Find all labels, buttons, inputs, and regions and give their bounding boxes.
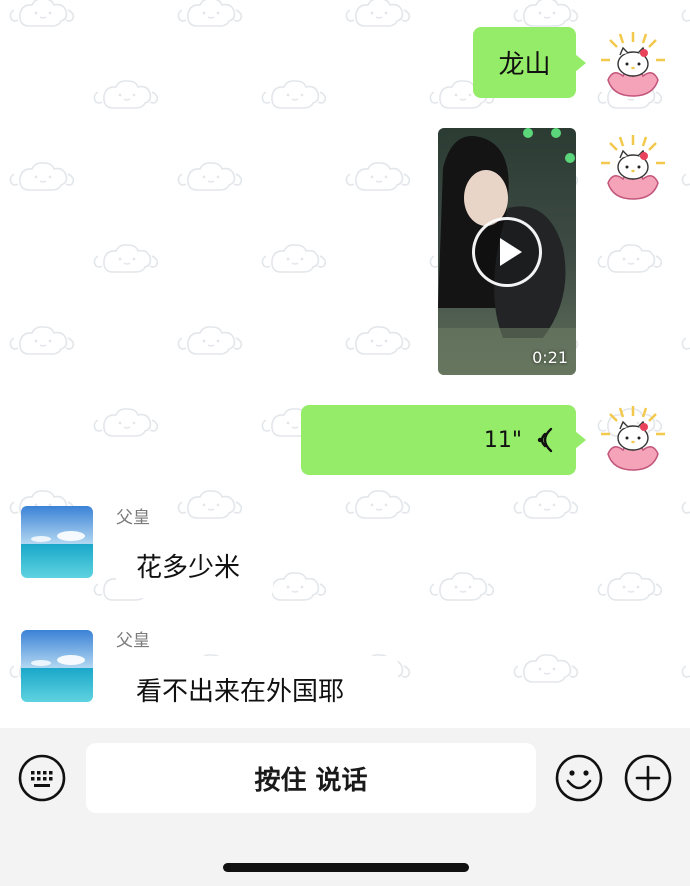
emoji-icon — [555, 754, 603, 802]
voice-message-bubble[interactable]: 11" — [301, 405, 576, 475]
more-actions-button[interactable] — [624, 754, 672, 806]
message-text: 花多少米 — [136, 552, 241, 583]
wallpaper-tile — [681, 162, 690, 191]
wallpaper-tile — [93, 80, 159, 109]
wallpaper-tile — [597, 572, 663, 601]
incoming-text-bubble[interactable]: 花多少米 — [116, 532, 273, 598]
hello-kitty-avatar-icon — [601, 406, 665, 471]
emoji-button[interactable] — [555, 754, 603, 806]
wallpaper-tile — [681, 490, 690, 519]
wallpaper-tile — [93, 244, 159, 273]
message-text: 看不出来在外国耶 — [136, 676, 345, 707]
wallpaper-tile — [681, 0, 690, 27]
wallpaper-tile — [9, 162, 75, 191]
video-message[interactable]: 0:21 — [438, 128, 576, 375]
keyboard-icon — [18, 754, 66, 802]
wallpaper-tile — [261, 80, 327, 109]
wallpaper-tile — [681, 654, 690, 683]
voice-duration: 11" — [483, 427, 522, 453]
wallpaper-tile — [429, 572, 495, 601]
sender-name: 父皇 — [116, 631, 150, 651]
incoming-text-bubble[interactable]: 看不出来在外国耶 — [116, 656, 398, 722]
hello-kitty-avatar-icon — [601, 32, 665, 97]
keyboard-toggle-button[interactable] — [18, 754, 66, 806]
wallpaper-tile — [513, 654, 579, 683]
wallpaper-tile — [513, 490, 579, 519]
wallpaper-tile — [261, 244, 327, 273]
wallpaper-tile — [9, 326, 75, 355]
outgoing-text-bubble[interactable]: 龙山 — [473, 27, 576, 98]
sea-avatar-icon — [21, 506, 93, 578]
wallpaper-tile — [177, 0, 243, 27]
wallpaper-tile — [177, 326, 243, 355]
wallpaper-tile — [513, 0, 579, 27]
input-bar: 按住 说话 — [0, 728, 690, 886]
hello-kitty-avatar-icon — [601, 135, 665, 200]
wallpaper-pattern — [9, 0, 690, 683]
message-text: 龙山 — [498, 50, 551, 80]
wallpaper-tile — [177, 490, 243, 519]
wallpaper-tile — [681, 326, 690, 355]
wallpaper-tile — [345, 0, 411, 27]
wallpaper-tile — [9, 0, 75, 27]
wallpaper-tile — [177, 162, 243, 191]
play-button[interactable] — [472, 217, 542, 287]
chat-area[interactable]: 龙山 0:21 11" 父皇 花多少米 父皇 看不出来在外国耶 — [0, 0, 690, 728]
voice-wave-icon — [537, 427, 553, 453]
contact-avatar[interactable] — [21, 506, 93, 578]
play-icon — [500, 238, 522, 266]
plus-icon — [624, 754, 672, 802]
sender-name: 父皇 — [116, 508, 150, 528]
sea-avatar-icon — [21, 630, 93, 702]
wallpaper-tile — [345, 326, 411, 355]
my-avatar[interactable] — [598, 404, 668, 474]
my-avatar[interactable] — [598, 30, 668, 100]
video-duration: 0:21 — [532, 348, 568, 367]
contact-avatar[interactable] — [21, 630, 93, 702]
hold-to-talk-button[interactable]: 按住 说话 — [86, 743, 536, 813]
wallpaper-tile — [597, 244, 663, 273]
wallpaper-tile — [345, 162, 411, 191]
hold-to-talk-label: 按住 说话 — [254, 765, 368, 796]
wallpaper-tile — [345, 490, 411, 519]
wallpaper-tile — [93, 408, 159, 437]
home-indicator[interactable] — [223, 863, 469, 872]
my-avatar[interactable] — [598, 133, 668, 203]
